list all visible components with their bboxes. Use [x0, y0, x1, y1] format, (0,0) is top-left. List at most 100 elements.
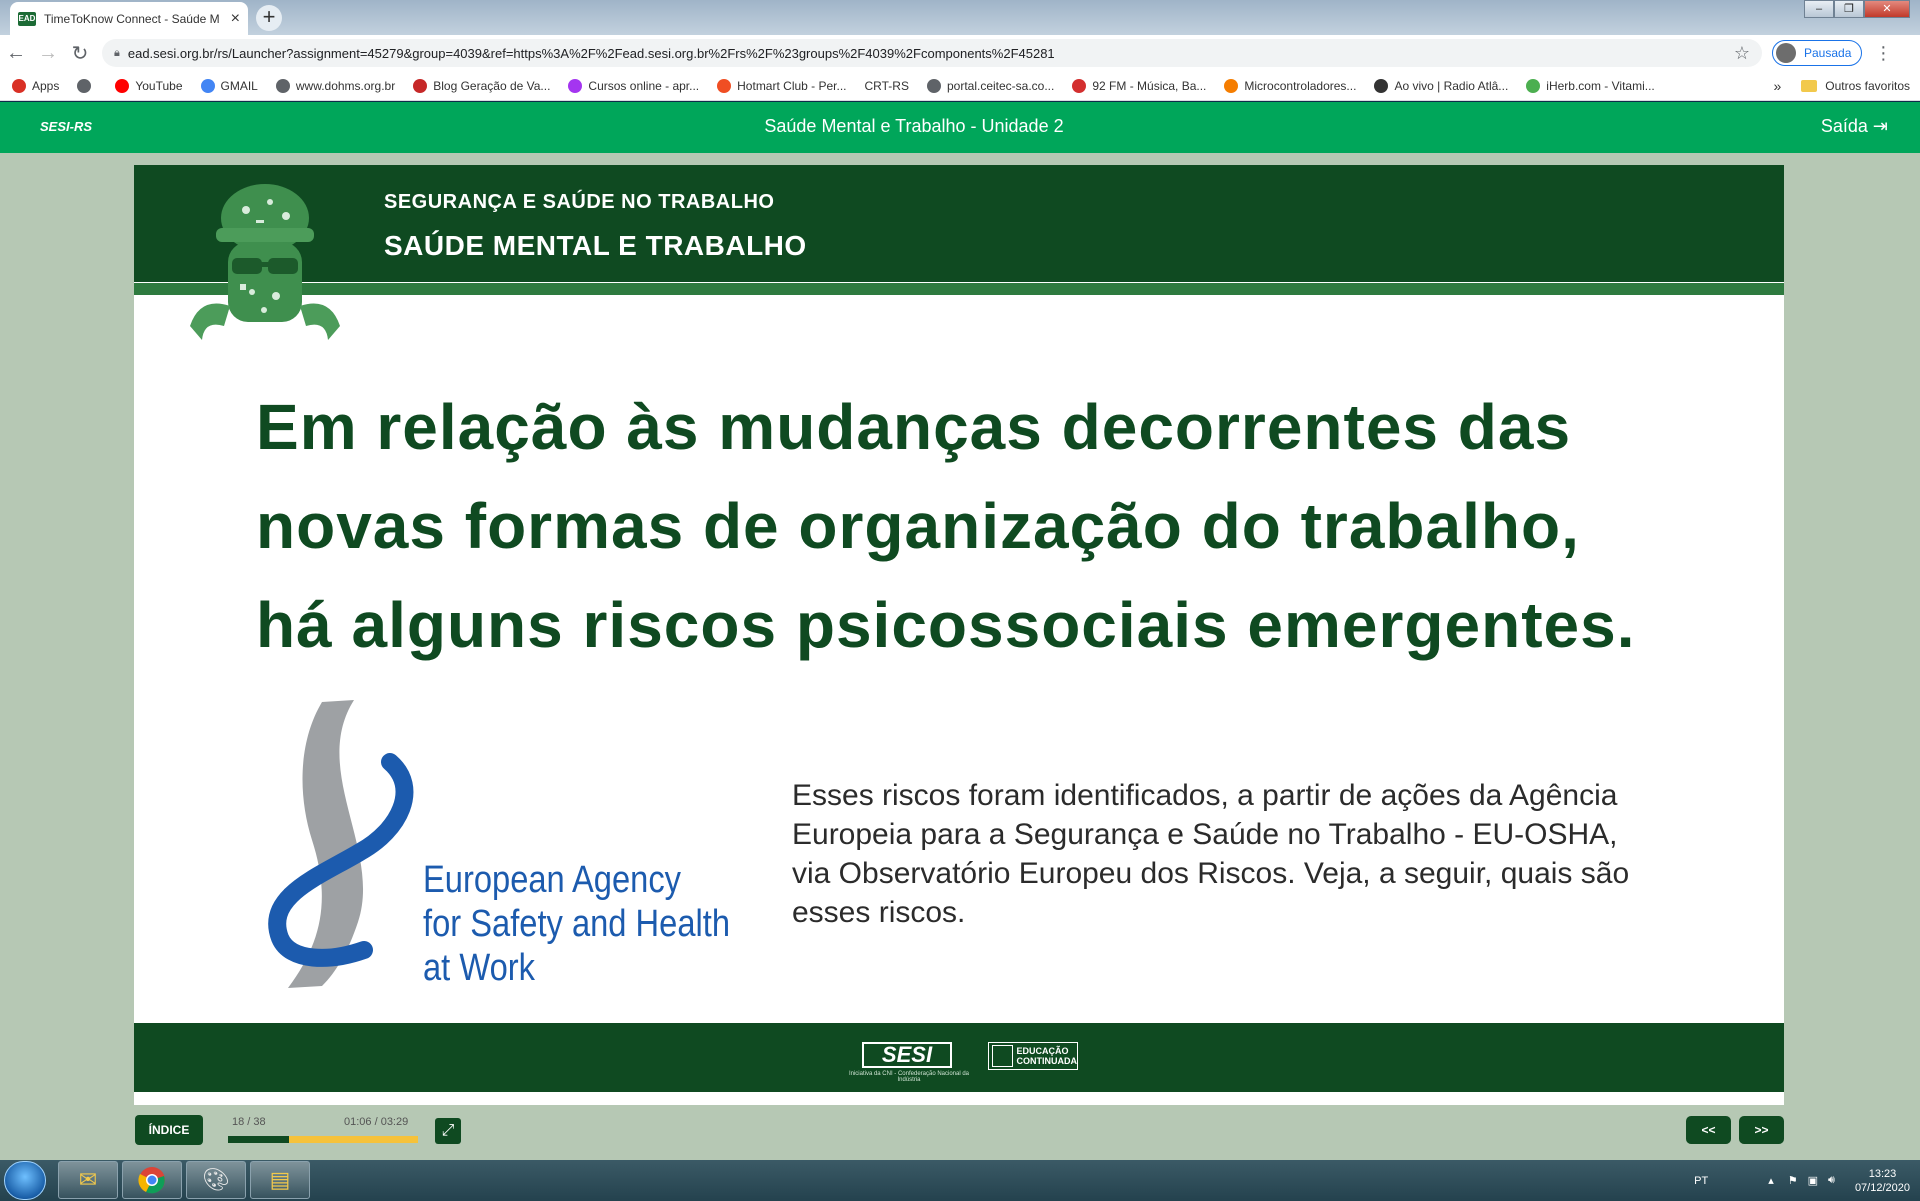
- course-top-bar: SESI-RS Saúde Mental e Trabalho - Unidad…: [0, 102, 1920, 153]
- clock-time: 13:23: [1868, 1167, 1897, 1180]
- bookmark-item[interactable]: CRT-RS: [865, 79, 909, 93]
- lock-icon[interactable]: 🔒︎: [114, 47, 120, 60]
- avatar: [1776, 43, 1796, 63]
- headline-line: há alguns riscos psicossociais emergente…: [256, 589, 1636, 661]
- language-indicator[interactable]: PT: [1694, 1175, 1708, 1187]
- slide-description: Esses riscos foram identificados, a part…: [792, 779, 1630, 929]
- leaf-icon: [1526, 78, 1541, 93]
- logo-text-line: for Safety and Health: [423, 903, 731, 945]
- bookmark-label: Ao vivo | Radio Atlâ...: [1394, 78, 1509, 93]
- slide-header-title: SAÚDE MENTAL E TRABALHO: [384, 230, 807, 261]
- clock-date: 07/12/2020: [1854, 1181, 1910, 1194]
- bookmark-item[interactable]: www.dohms.org.br: [275, 78, 396, 93]
- window-close-button[interactable]: ✕: [1864, 0, 1910, 18]
- bookmark-item[interactable]: YouTube: [115, 78, 183, 93]
- bookmark-item[interactable]: Apps: [12, 78, 60, 93]
- start-button[interactable]: [4, 1161, 46, 1200]
- logo-text-line: European Agency: [423, 859, 682, 901]
- paint-icon[interactable]: 🎨︎: [186, 1161, 246, 1199]
- kebab-menu-icon[interactable]: ⋮: [1874, 43, 1892, 64]
- bookmark-item[interactable]: 92 FM - Música, Ba...: [1072, 78, 1207, 93]
- bookmarks-more-button[interactable]: »: [1774, 78, 1782, 94]
- worker-mascot-icon: [190, 184, 340, 340]
- bookmark-item[interactable]: Cursos online - apr...: [568, 78, 699, 93]
- bookmark-item[interactable]: portal.ceitec-sa.co...: [926, 78, 1055, 93]
- system-clock[interactable]: 13:23 07/12/2020: [1855, 1167, 1910, 1195]
- bookmark-label: portal.ceitec-sa.co...: [946, 78, 1055, 93]
- address-bar[interactable]: 🔒︎ ead.sesi.org.br/rs/Launcher?assignmen…: [102, 39, 1762, 67]
- education-icon: [992, 1045, 1013, 1067]
- bookmark-item[interactable]: Ao vivo | Radio Atlâ...: [1374, 78, 1509, 93]
- bookmark-item[interactable]: Microcontroladores...: [1224, 78, 1356, 93]
- bookmark-star-icon[interactable]: ☆: [1734, 43, 1750, 64]
- flag-icon[interactable]: ⚑: [1788, 1174, 1798, 1187]
- blogger-icon: [1224, 78, 1239, 93]
- bookmark-item[interactable]: Hotmart Club - Per...: [717, 78, 847, 93]
- index-button[interactable]: ÍNDICE: [135, 1115, 203, 1145]
- slide-header-stripe: [134, 283, 1784, 295]
- browser-tab[interactable]: EAD TimeToKnow Connect - Saúde M ×: [10, 2, 248, 35]
- bookmark-label: CRT-RS: [864, 78, 909, 93]
- folder-icon: [1801, 80, 1818, 92]
- exit-icon: ⇥: [1872, 116, 1888, 136]
- bookmark-label: iHerb.com - Vitami...: [1546, 78, 1655, 93]
- bookmark-item[interactable]: iHerb.com - Vitami...: [1526, 78, 1655, 93]
- new-tab-button[interactable]: +: [256, 5, 282, 31]
- maximize-button[interactable]: ❐: [1834, 0, 1864, 18]
- progress-bar[interactable]: [228, 1136, 418, 1143]
- exit-button[interactable]: Saída ⇥: [1821, 116, 1888, 137]
- volume-icon[interactable]: 🔊︎: [1828, 1174, 1835, 1187]
- slide-headline: Em relação às mudanças decorrentes das n…: [256, 378, 1696, 675]
- profile-button[interactable]: Pausada: [1772, 40, 1863, 66]
- bookmarks-overflow: » Outros favoritos: [1774, 71, 1911, 101]
- back-arrow-icon[interactable]: ←: [0, 42, 32, 65]
- globe-icon: [275, 78, 290, 93]
- window-controls: – ❐ ✕: [1804, 0, 1910, 18]
- youtube-icon: [115, 78, 130, 93]
- bookmark-label: Apps: [32, 78, 60, 93]
- previous-slide-button[interactable]: <<: [1686, 1116, 1731, 1144]
- taskbar-apps: ✉ 🎨︎ ▤: [58, 1161, 310, 1199]
- course-title: Saúde Mental e Trabalho - Unidade 2: [764, 116, 1064, 136]
- bookmark-label: Blog Geração de Va...: [433, 78, 551, 93]
- reload-icon[interactable]: ↻: [64, 41, 96, 66]
- flame-icon: [717, 78, 732, 93]
- other-bookmarks-link[interactable]: Outros favoritos: [1825, 79, 1910, 93]
- tray-arrow-icon[interactable]: ▴: [1768, 1174, 1774, 1187]
- educ-line-1: EDUCAÇÃO: [1016, 1046, 1069, 1056]
- tab-favicon: EAD: [18, 11, 36, 26]
- sesi-logo-tagline: Iniciativa da CNI - Confederação Naciona…: [848, 1071, 970, 1083]
- slide-counter: 18 / 38: [232, 1116, 266, 1128]
- sesi-logo: SESI: [862, 1042, 952, 1068]
- tab-title: TimeToKnow Connect - Saúde M: [44, 11, 220, 26]
- next-slide-button[interactable]: >>: [1739, 1116, 1784, 1144]
- chrome-logo-icon: [138, 1167, 165, 1194]
- bookmarks-bar: Apps YouTube GMAIL www.dohms.org.br Blog Ger…: [0, 71, 1920, 101]
- bookmark-item[interactable]: GMAIL: [200, 78, 258, 93]
- bookmark-item[interactable]: [77, 78, 97, 93]
- bookmark-item[interactable]: Blog Geração de Va...: [413, 78, 551, 93]
- close-tab-icon[interactable]: ×: [231, 10, 240, 28]
- chrome-icon[interactable]: [122, 1161, 182, 1199]
- progress-fill: [228, 1136, 289, 1143]
- browser-titlebar: [0, 0, 1920, 35]
- system-tray: PT ▴ ⚑ ▣ 🔊︎ 13:23 07/12/2020: [1694, 1160, 1910, 1201]
- bookmark-label: www.dohms.org.br: [295, 78, 396, 93]
- club-icon: [413, 78, 428, 93]
- bookmark-label: YouTube: [135, 78, 183, 93]
- logo-text-line: at Work: [423, 947, 535, 989]
- forward-arrow-icon[interactable]: →: [32, 42, 64, 65]
- google-icon: [200, 78, 215, 93]
- udemy-icon: [568, 78, 583, 93]
- fullscreen-icon[interactable]: ⤢: [435, 1118, 461, 1144]
- exit-label: Saída: [1820, 116, 1868, 136]
- network-icon[interactable]: ▣: [1808, 1174, 1818, 1187]
- minimize-button[interactable]: –: [1804, 0, 1834, 18]
- file-explorer-icon[interactable]: ▤: [250, 1161, 310, 1199]
- headline-line: novas formas de organização do trabalho,: [256, 490, 1580, 562]
- bookmark-label: 92 FM - Música, Ba...: [1092, 78, 1207, 93]
- slide-header: [134, 165, 1784, 282]
- outlook-icon[interactable]: ✉: [58, 1161, 118, 1199]
- address-url: ead.sesi.org.br/rs/Launcher?assignment=4…: [127, 45, 1055, 61]
- eu-osha-logo-text: European Agency for Safety and Health at…: [423, 858, 730, 990]
